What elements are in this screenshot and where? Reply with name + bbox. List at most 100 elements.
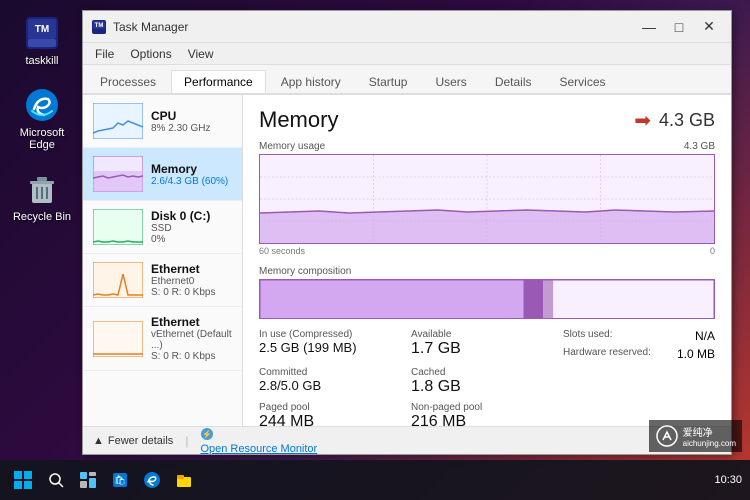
stat-slots: Slots used: N/A	[563, 329, 715, 343]
recycle-bin-label: Recycle Bin	[13, 211, 71, 223]
taskbar-edge[interactable]	[138, 466, 166, 494]
cpu-sub: 8% 2.30 GHz	[151, 123, 232, 134]
stat-placeholder	[563, 367, 715, 396]
memory-mini-chart	[93, 156, 143, 192]
stat-paged-pool: Paged pool 244 MB	[259, 402, 411, 426]
watermark: 爱纯净 aichunjing.com	[649, 420, 742, 452]
stat-slots-value: N/A	[695, 329, 715, 343]
taskbar-search[interactable]	[42, 466, 70, 494]
taskbar-explorer[interactable]	[170, 466, 198, 494]
watermark-text: 爱纯净 aichunjing.com	[649, 420, 742, 452]
tab-users[interactable]: Users	[422, 70, 479, 93]
tab-startup[interactable]: Startup	[356, 70, 421, 93]
memory-info: Memory 2.6/4.3 GB (60%)	[151, 162, 232, 187]
start-button[interactable]	[8, 465, 38, 495]
desktop-icon-taskkill[interactable]: TM taskkill	[10, 15, 74, 67]
usage-chart-section: Memory usage 4.3 GB	[259, 141, 715, 256]
ethernet0-info: Ethernet Ethernet0 S: 0 R: 0 Kbps	[151, 262, 232, 298]
right-panel: Memory ➡ 4.3 GB Memory usage 4.3 GB	[243, 95, 731, 426]
stat-nonpaged-value: 216 MB	[411, 413, 563, 426]
ethernet0-value: S: 0 R: 0 Kbps	[151, 287, 232, 298]
tab-performance[interactable]: Performance	[171, 70, 266, 93]
cpu-name: CPU	[151, 109, 232, 123]
memory-header: Memory ➡ 4.3 GB	[259, 107, 715, 133]
stat-hw-reserved-value: 1.0 MB	[677, 347, 715, 361]
taskbar-time: 10:30	[714, 474, 742, 486]
disk-value: 0%	[151, 234, 232, 245]
memory-title: Memory	[259, 107, 338, 133]
tab-processes[interactable]: Processes	[87, 70, 169, 93]
ethernet0-name: Ethernet	[151, 262, 232, 276]
desktop-icon-recycle-bin[interactable]: Recycle Bin	[10, 171, 74, 223]
resource-monitor-container: ⚡ Open Resource Monitor	[200, 427, 317, 455]
resource-monitor-icon: ⚡	[200, 427, 214, 441]
disk-info: Disk 0 (C:) SSD 0%	[151, 209, 232, 245]
window-controls: — □ ✕	[635, 15, 723, 39]
svg-text:🛍: 🛍	[114, 475, 125, 485]
taskbar: 🛍 10:30	[0, 460, 750, 500]
desktop-icons: TM taskkill Microsoft Edge Recycle	[10, 15, 74, 223]
stat-committed-value: 2.8/5.0 GB	[259, 378, 411, 393]
memory-total-value: 4.3 GB	[659, 110, 715, 131]
stat-in-use-label: In use (Compressed)	[259, 329, 411, 340]
maximize-button[interactable]: □	[665, 15, 693, 39]
edge-icon	[24, 87, 60, 123]
perf-item-ethernet-veth[interactable]: Ethernet vEthernet (Default ...) S: 0 R:…	[83, 307, 242, 371]
perf-item-disk[interactable]: Disk 0 (C:) SSD 0%	[83, 201, 242, 254]
ethernet-veth-mini-chart	[93, 321, 143, 357]
stat-cached: Cached 1.8 GB	[411, 367, 563, 396]
watermark-logo-icon	[655, 424, 679, 448]
tab-details[interactable]: Details	[482, 70, 545, 93]
svg-text:TM: TM	[35, 24, 49, 35]
taskbar-widgets[interactable]	[74, 466, 102, 494]
fewer-details-label: Fewer details	[108, 435, 173, 447]
memory-name: Memory	[151, 162, 232, 176]
open-resource-monitor-link[interactable]: Open Resource Monitor	[200, 443, 317, 455]
stat-committed: Committed 2.8/5.0 GB	[259, 367, 411, 396]
edge-label: Microsoft Edge	[10, 127, 74, 151]
ethernet-veth-sub: vEthernet (Default ...)	[151, 329, 232, 351]
stat-right-group: Slots used: N/A Hardware reserved: 1.0 M…	[563, 329, 715, 361]
memory-sub: 2.6/4.3 GB (60%)	[151, 176, 232, 187]
taskbar-store[interactable]: 🛍	[106, 466, 134, 494]
stat-cached-label: Cached	[411, 367, 563, 378]
perf-item-memory[interactable]: Memory 2.6/4.3 GB (60%)	[83, 148, 242, 201]
tab-bar: Processes Performance App history Startu…	[83, 65, 731, 95]
stat-in-use-value: 2.5 GB (199 MB)	[259, 340, 411, 355]
perf-item-ethernet0[interactable]: Ethernet Ethernet0 S: 0 R: 0 Kbps	[83, 254, 242, 307]
arrow-icon: ➡	[634, 108, 651, 133]
tab-services[interactable]: Services	[547, 70, 619, 93]
disk-mini-chart	[93, 209, 143, 245]
perf-item-cpu[interactable]: CPU 8% 2.30 GHz	[83, 95, 242, 148]
menu-options[interactable]: Options	[122, 45, 179, 63]
taskkill-label: taskkill	[25, 55, 58, 67]
cpu-info: CPU 8% 2.30 GHz	[151, 109, 232, 134]
bottom-bar: ▲ Fewer details | ⚡ Open Resource Monito…	[83, 426, 731, 454]
task-manager-window: TM Task Manager — □ ✕ File Options View …	[82, 10, 732, 455]
close-button[interactable]: ✕	[695, 15, 723, 39]
window-icon: TM	[91, 19, 107, 35]
content-area: CPU 8% 2.30 GHz Memory 2.6/4.3 GB (60%)	[83, 95, 731, 426]
title-bar: TM Task Manager — □ ✕	[83, 11, 731, 43]
stat-nonpaged-label: Non-paged pool	[411, 402, 563, 413]
composition-chart-section: Memory composition	[259, 266, 715, 319]
tab-app-history[interactable]: App history	[268, 70, 354, 93]
stat-nonpaged-pool: Non-paged pool 216 MB	[411, 402, 563, 426]
menu-bar: File Options View	[83, 43, 731, 65]
separator: |	[185, 434, 188, 448]
menu-file[interactable]: File	[87, 45, 122, 63]
stat-hw-reserved: Hardware reserved: 1.0 MB	[563, 347, 715, 361]
menu-view[interactable]: View	[180, 45, 222, 63]
stat-cached-value: 1.8 GB	[411, 378, 563, 396]
usage-chart-container	[259, 154, 715, 244]
window-title: Task Manager	[113, 20, 635, 34]
memory-total-display: ➡ 4.3 GB	[634, 108, 715, 133]
svg-text:TM: TM	[95, 23, 104, 29]
disk-name: Disk 0 (C:)	[151, 209, 232, 223]
ethernet0-sub: Ethernet0	[151, 276, 232, 287]
stat-committed-label: Committed	[259, 367, 411, 378]
chart-time-labels: 60 seconds 0	[259, 246, 715, 256]
desktop-icon-edge[interactable]: Microsoft Edge	[10, 87, 74, 151]
fewer-details-button[interactable]: ▲ Fewer details	[93, 435, 173, 447]
minimize-button[interactable]: —	[635, 15, 663, 39]
